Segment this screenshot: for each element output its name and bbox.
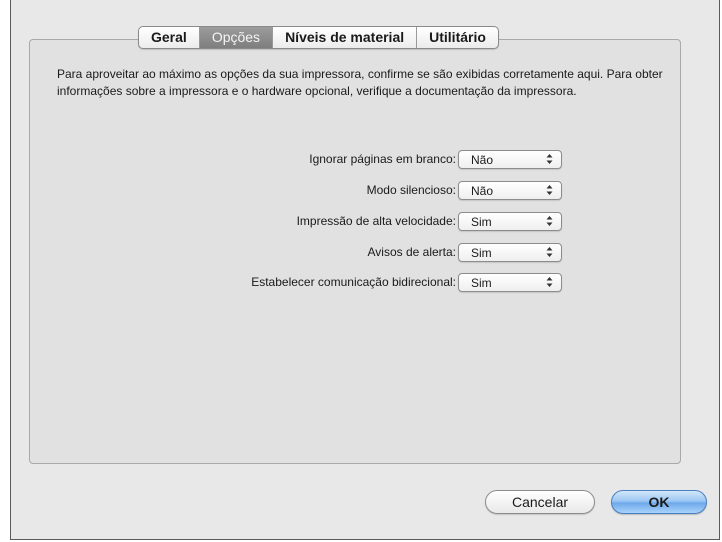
- tab-utility[interactable]: Utilitário: [417, 27, 498, 48]
- popup-value: Sim: [471, 276, 492, 290]
- up-down-arrows-icon: [546, 277, 553, 287]
- option-label: Avisos de alerta:: [367, 245, 457, 259]
- option-row-bidirectional-communication: Estabelecer comunicação bidirecional: Si…: [0, 273, 722, 293]
- option-row-warning-alerts: Avisos de alerta: Sim: [0, 243, 722, 263]
- up-down-arrows-icon: [546, 154, 553, 164]
- up-down-arrows-icon: [546, 185, 553, 195]
- ok-button[interactable]: OK: [611, 490, 707, 514]
- popup-value: Sim: [471, 215, 492, 229]
- tab-options[interactable]: Opções: [199, 27, 274, 48]
- high-speed-printing-popup[interactable]: Sim: [458, 212, 562, 231]
- popup-value: Não: [471, 184, 494, 198]
- cancel-button[interactable]: Cancelar: [485, 490, 595, 514]
- skip-blank-pages-popup[interactable]: Não: [458, 150, 562, 169]
- tab-general[interactable]: Geral: [139, 27, 200, 48]
- option-row-skip-blank-pages: Ignorar páginas em branco: Não: [0, 150, 722, 170]
- up-down-arrows-icon: [546, 216, 553, 226]
- quiet-mode-popup[interactable]: Não: [458, 181, 562, 200]
- option-label: Modo silencioso:: [366, 183, 456, 197]
- option-label: Estabelecer comunicação bidirecional:: [251, 275, 456, 289]
- tab-supply-levels[interactable]: Níveis de material: [273, 27, 418, 48]
- popup-value: Sim: [471, 246, 492, 260]
- up-down-arrows-icon: [546, 247, 553, 257]
- option-row-quiet-mode: Modo silencioso: Não: [0, 181, 722, 201]
- tab-bar: Geral Opções Níveis de material Utilitár…: [138, 26, 499, 49]
- popup-value: Não: [471, 153, 494, 167]
- option-row-high-speed-printing: Impressão de alta velocidade: Sim: [0, 212, 722, 232]
- option-label: Ignorar páginas em branco:: [309, 152, 456, 166]
- options-description: Para aproveitar ao máximo as opções da s…: [57, 67, 663, 98]
- warning-alerts-popup[interactable]: Sim: [458, 243, 562, 262]
- option-label: Impressão de alta velocidade:: [296, 214, 456, 228]
- bidirectional-communication-popup[interactable]: Sim: [458, 273, 562, 292]
